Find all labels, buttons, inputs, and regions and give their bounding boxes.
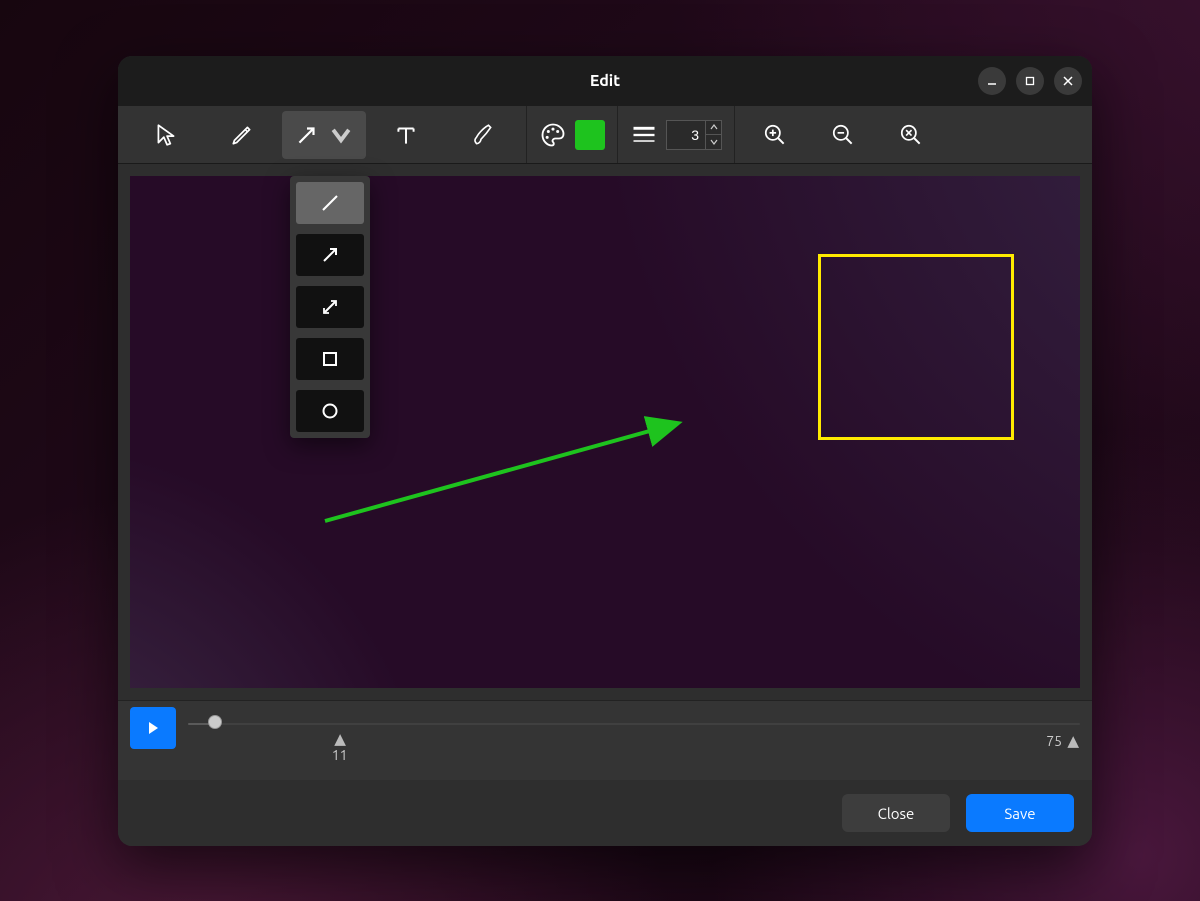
rectangle-annotation[interactable] (818, 254, 1014, 440)
window-controls (978, 67, 1082, 95)
stroke-width-field[interactable] (666, 120, 722, 150)
line-tool-dropdown-button[interactable] (282, 111, 366, 159)
timeline-track[interactable]: 11 75 (188, 707, 1080, 763)
palette-icon (539, 121, 567, 149)
brush-icon (469, 122, 495, 148)
dropdown-circle[interactable] (296, 390, 364, 432)
minimize-button[interactable] (978, 67, 1006, 95)
stroke-width-input[interactable] (667, 121, 705, 149)
text-tool[interactable] (370, 111, 442, 159)
timeline: 11 75 (118, 700, 1092, 780)
end-marker-label: 75 (1046, 733, 1062, 749)
line-tool-dropdown (290, 176, 370, 438)
track-line (188, 723, 1080, 725)
text-icon (393, 122, 419, 148)
chevron-down-icon (328, 122, 354, 148)
start-marker[interactable]: 11 (332, 733, 348, 763)
zoom-out-button[interactable] (811, 111, 875, 159)
canvas[interactable] (130, 176, 1080, 688)
playhead[interactable] (208, 715, 222, 729)
pointer-icon (153, 122, 179, 148)
brush-tool[interactable] (446, 111, 518, 159)
stroke-width-icon (630, 121, 658, 149)
dropdown-line[interactable] (296, 182, 364, 224)
dropdown-arrow[interactable] (296, 234, 364, 276)
stroke-decrement[interactable] (706, 135, 721, 149)
zoom-in-icon (762, 122, 788, 148)
pencil-tool[interactable] (206, 111, 278, 159)
pencil-icon (229, 122, 255, 148)
play-icon (145, 720, 161, 736)
zoom-in-button[interactable] (743, 111, 807, 159)
canvas-area (130, 176, 1080, 688)
play-button[interactable] (130, 707, 176, 749)
zoom-reset-button[interactable] (879, 111, 943, 159)
pointer-tool[interactable] (130, 111, 202, 159)
stroke-increment[interactable] (706, 121, 721, 136)
titlebar: Edit (118, 56, 1092, 106)
arrow-icon (294, 122, 320, 148)
end-marker[interactable]: 75 (1046, 733, 1080, 749)
color-swatch[interactable] (575, 120, 605, 150)
start-marker-label: 11 (332, 747, 348, 763)
marker-icon (333, 733, 347, 747)
edit-window: Edit (118, 56, 1092, 846)
zoom-out-icon (830, 122, 856, 148)
save-button[interactable]: Save (966, 794, 1074, 832)
toolbar (118, 106, 1092, 164)
arrow-annotation[interactable] (320, 406, 690, 526)
window-title: Edit (590, 72, 620, 90)
close-dialog-button[interactable]: Close (842, 794, 950, 832)
dropdown-double-arrow[interactable] (296, 286, 364, 328)
close-button[interactable] (1054, 67, 1082, 95)
zoom-reset-icon (898, 122, 924, 148)
maximize-button[interactable] (1016, 67, 1044, 95)
marker-icon (1066, 735, 1080, 749)
dropdown-rectangle[interactable] (296, 338, 364, 380)
footer: Close Save (118, 780, 1092, 846)
